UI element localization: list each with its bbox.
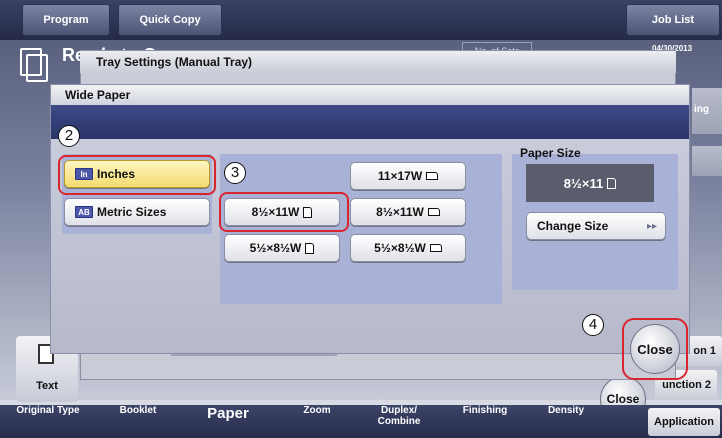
size-label: 5½×8½W [374,241,426,255]
tab-finishing[interactable]: Finishing [448,405,522,416]
size-button-5-5x8-5w-portrait[interactable]: 5½×8½W [224,234,340,262]
change-size-button[interactable]: Change Size ▸▸ [526,212,666,240]
tab-booklet[interactable]: Booklet [108,405,168,416]
step-marker-3: 3 [224,162,246,184]
wide-paper-title: Wide Paper [51,85,689,105]
tray-settings-title: Tray Settings (Manual Tray) [80,51,676,73]
size-label: 5½×8½W [249,241,302,255]
tab-application[interactable]: Application [648,408,720,436]
duplex-label-line2: Combine [377,416,421,427]
tab-job-list[interactable]: Job List [626,4,720,36]
paper-size-label: Paper Size [520,146,581,160]
highlight-close [622,318,688,380]
change-size-label: Change Size [537,219,609,233]
right-strip-mid [692,146,722,176]
paper-size-value: 8½×11 [563,175,604,191]
copy-screen: Program Quick Copy Job List Ready to Cop… [0,0,722,438]
copy-icon-back [20,48,42,76]
portrait-icon [607,177,617,189]
metric-icon: AB [75,206,93,218]
landscape-icon [426,172,439,180]
landscape-icon [429,244,442,252]
text-tab-label: Text [36,380,58,392]
right-strip-label: ing [694,104,709,115]
step-marker-2: 2 [58,125,80,147]
dialog-header-band [51,105,689,139]
duplex-label-line1: Duplex/ [380,405,418,416]
double-arrow-icon: ▸▸ [646,220,657,232]
size-label: 8½×11W [376,205,424,219]
tab-original-type[interactable]: Original Type [8,405,88,416]
metric-button-label: Metric Sizes [97,205,167,219]
portrait-icon [305,242,315,254]
tab-zoom[interactable]: Zoom [292,405,342,416]
landscape-icon [427,208,440,216]
size-button-5-5x8-5w-landscape[interactable]: 5½×8½W [350,234,466,262]
size-label: 11×17W [377,169,423,183]
size-button-11x17w[interactable]: 11×17W [350,162,466,190]
highlight-8-5x11w [219,192,349,232]
paper-size-display: 8½×11 [526,164,654,202]
step-marker-4: 4 [582,314,604,336]
tab-program[interactable]: Program [22,4,110,36]
metric-sizes-button[interactable]: AB Metric Sizes [64,198,210,226]
tab-paper[interactable]: Paper [196,404,260,424]
tab-density[interactable]: Density [536,405,596,416]
size-button-8-5x11w-landscape[interactable]: 8½×11W [350,198,466,226]
tab-quick-copy[interactable]: Quick Copy [118,4,222,36]
right-strip-top: ing [692,88,722,134]
highlight-inches [58,155,216,195]
tab-duplex-combine[interactable]: Duplex/ Combine [364,405,434,427]
